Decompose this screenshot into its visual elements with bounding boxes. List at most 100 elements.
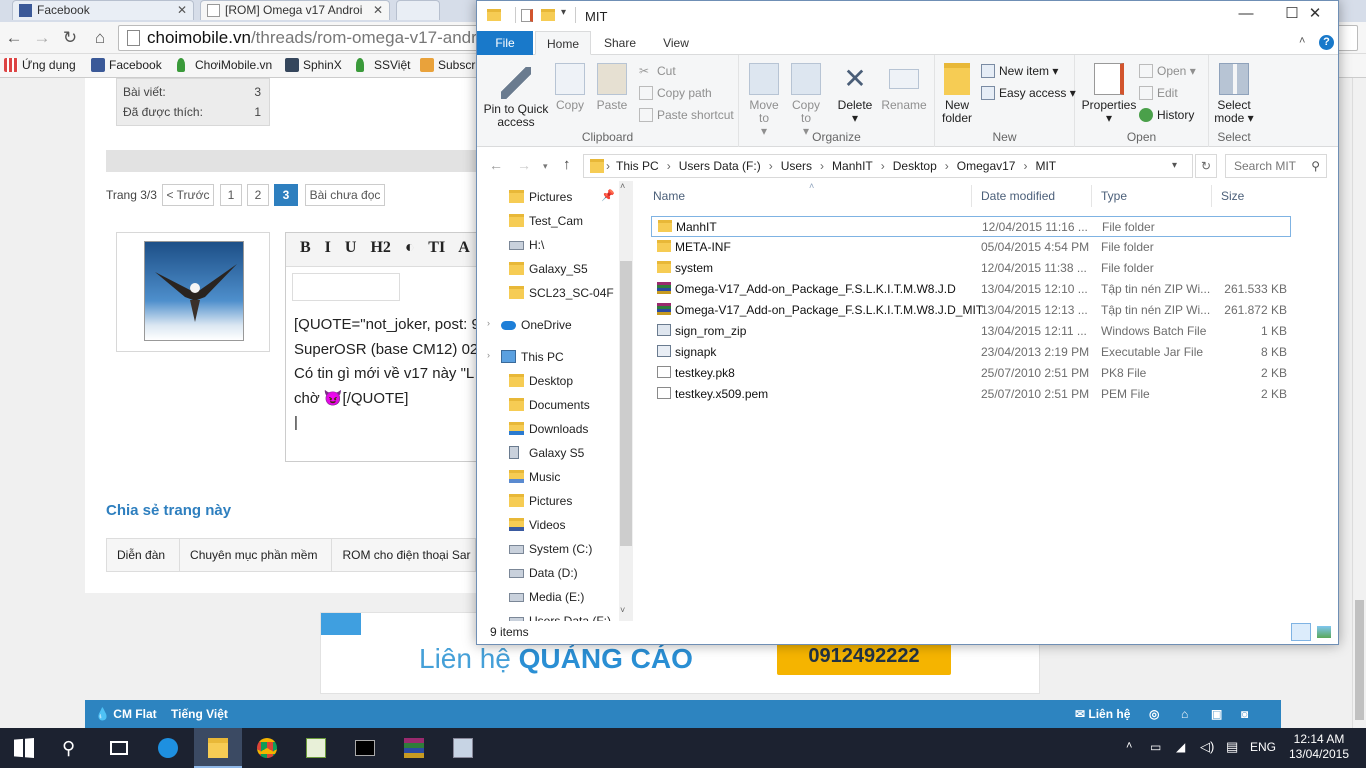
file-row[interactable]: META-INF 05/04/2015 4:54 PM File folder xyxy=(651,237,1291,258)
nav-item-media-e[interactable]: Media (E:) xyxy=(509,587,584,609)
onedrive-expand-icon[interactable]: › xyxy=(487,318,490,328)
collapse-ribbon-icon[interactable]: ˄ xyxy=(1299,35,1305,47)
scroll-down-icon[interactable]: ˅ xyxy=(620,605,625,615)
page-1-button[interactable]: 1 xyxy=(220,184,242,206)
edit-button[interactable]: Edit xyxy=(1139,86,1178,100)
paste-shortcut-button[interactable]: Paste shortcut xyxy=(639,108,734,122)
page-2-button[interactable]: 2 xyxy=(247,184,269,206)
bookmark-facebook[interactable]: Facebook xyxy=(91,58,162,72)
properties-button[interactable]: Properties ▾ xyxy=(1081,63,1137,125)
copy-button[interactable]: Copy xyxy=(553,63,587,112)
nav-item-data-d[interactable]: Data (D:) xyxy=(509,563,578,585)
path-segment[interactable]: This PC xyxy=(616,159,659,173)
chevron-down-icon[interactable]: ▾ xyxy=(1172,155,1177,177)
up-button[interactable]: ↑ xyxy=(563,156,571,173)
file-row[interactable]: testkey.pk8 25/07/2010 2:51 PM PK8 File 2 K… xyxy=(651,363,1291,384)
nav-scrollbar-thumb[interactable] xyxy=(620,261,632,546)
tab-share[interactable]: Share xyxy=(595,31,645,55)
top-icon[interactable]: ▣ xyxy=(1211,700,1222,728)
file-row[interactable]: system 12/04/2015 11:38 ... File folder xyxy=(651,258,1291,279)
column-type[interactable]: Type xyxy=(1101,189,1127,203)
page-3-button[interactable]: 3 xyxy=(274,184,298,206)
nav-item-pictures[interactable]: Pictures xyxy=(509,491,572,513)
tab-facebook[interactable]: Facebook ✕ xyxy=(12,0,194,20)
page-scrollbar[interactable] xyxy=(1352,78,1366,728)
tab-home[interactable]: Home xyxy=(535,31,591,55)
nav-item-music[interactable]: Music xyxy=(509,467,560,489)
nav-item-galaxy-s5[interactable]: Galaxy S5 xyxy=(509,443,584,465)
breadcrumb-item[interactable]: Diễn đàn xyxy=(107,539,181,571)
file-explorer-button[interactable] xyxy=(194,728,242,768)
language-link[interactable]: Tiếng Việt xyxy=(171,700,228,728)
nav-item-h[interactable]: H:\ xyxy=(509,235,544,257)
avatar[interactable] xyxy=(144,241,244,341)
file-row[interactable]: sign_rom_zip 13/04/2015 12:11 ... Windows … xyxy=(651,321,1291,342)
file-row[interactable]: Omega-V17_Add-on_Package_F.S.L.K.I.T.M.W… xyxy=(651,300,1291,321)
column-date-modified[interactable]: Date modified xyxy=(981,189,1055,203)
column-separator[interactable] xyxy=(1091,185,1092,207)
start-button[interactable] xyxy=(0,728,48,768)
bookmark-subscr[interactable]: Subscr xyxy=(420,58,475,72)
delete-button[interactable]: ✕ Delete ▾ xyxy=(835,63,875,125)
close-tab-icon[interactable]: ✕ xyxy=(177,3,187,17)
nav-item-documents[interactable]: Documents xyxy=(509,395,590,417)
language-indicator[interactable]: ENG xyxy=(1250,740,1276,754)
open-button[interactable]: Open ▾ xyxy=(1139,64,1196,78)
nav-item-videos[interactable]: Videos xyxy=(509,515,565,537)
file-row[interactable]: ManhIT 12/04/2015 11:16 ... File folder xyxy=(651,216,1291,237)
wifi-icon[interactable]: ◢ xyxy=(1176,740,1185,754)
move-to-button[interactable]: Move to ▾ xyxy=(747,63,781,138)
ie-button[interactable] xyxy=(144,728,192,768)
forward-button[interactable]: → xyxy=(517,157,531,173)
file-row[interactable]: Omega-V17_Add-on_Package_F.S.L.K.I.T.M.W… xyxy=(651,279,1291,300)
nav-item-scl23-sc-04f[interactable]: SCL23_SC-04F xyxy=(509,283,614,305)
theme-link[interactable]: 💧 CM Flat xyxy=(95,700,157,728)
column-name[interactable]: Name xyxy=(653,189,685,203)
cut-button[interactable]: ✂ Cut xyxy=(639,64,676,78)
new-folder-button[interactable]: New folder xyxy=(937,63,977,125)
history-button[interactable]: History xyxy=(1139,108,1194,122)
task-view-button[interactable] xyxy=(96,728,144,768)
address-bar[interactable]: › This PC › Users Data (F:) › Users › ManhIT › D… xyxy=(583,154,1193,178)
properties-qat-icon[interactable] xyxy=(521,9,533,22)
editor-toolbar[interactable]: B I U H2 ◐ TI A xyxy=(286,233,486,267)
paste-button[interactable]: Paste xyxy=(595,63,629,112)
search-button[interactable]: ⚲ xyxy=(48,728,96,768)
contact-link[interactable]: ✉ Liên hệ xyxy=(1075,700,1130,728)
nav-item-users-data-f[interactable]: Users Data (F:) xyxy=(509,611,611,621)
winrar-button[interactable] xyxy=(390,728,438,768)
column-separator[interactable] xyxy=(971,185,972,207)
this-pc-expand-icon[interactable]: › xyxy=(487,350,490,360)
close-button[interactable]: ✕ xyxy=(1292,1,1338,29)
notifications-icon[interactable]: ▤ xyxy=(1226,739,1238,755)
home-icon[interactable]: ⌂ xyxy=(1181,700,1188,728)
scroll-up-icon[interactable]: ˄ xyxy=(620,181,625,191)
cmd-button[interactable] xyxy=(341,728,389,768)
pin-quick-access-button[interactable]: Pin to Quick access xyxy=(483,67,549,129)
new-item-button[interactable]: New item ▾ xyxy=(981,64,1058,78)
editor-text[interactable]: [QUOTE="not_joker, post: 9 SuperOSR (bas… xyxy=(294,313,484,436)
qat-dropdown-icon[interactable]: ▾ xyxy=(561,7,566,18)
nav-item-galaxy-s5[interactable]: Galaxy_S5 xyxy=(509,259,588,281)
nav-item-onedrive[interactable]: OneDrive xyxy=(501,315,572,337)
column-separator[interactable] xyxy=(1211,185,1212,207)
nav-item-desktop[interactable]: Desktop xyxy=(509,371,573,393)
easy-access-button[interactable]: Easy access ▾ xyxy=(981,86,1076,100)
recent-locations-icon[interactable]: ▾ xyxy=(543,161,548,172)
notepad-button[interactable] xyxy=(292,728,340,768)
network-app-button[interactable] xyxy=(439,728,487,768)
reload-button[interactable]: ↻ xyxy=(60,28,80,48)
reply-editor[interactable]: B I U H2 ◐ TI A [QUOTE="not_joker, post:… xyxy=(285,232,486,462)
prev-page-button[interactable]: < Trước xyxy=(162,184,214,206)
back-button[interactable]: ← xyxy=(4,28,24,48)
tab-view[interactable]: View xyxy=(651,31,701,55)
copy-path-button[interactable]: Copy path xyxy=(639,86,712,100)
volume-icon[interactable]: ◁) xyxy=(1200,739,1214,755)
path-segment[interactable]: ManhIT xyxy=(832,159,873,173)
path-segment[interactable]: MIT xyxy=(1035,159,1056,173)
rss-icon[interactable]: ◙ xyxy=(1241,700,1248,728)
path-segment[interactable]: Users xyxy=(781,159,812,173)
bookmark-sphinx[interactable]: SphinX xyxy=(285,58,342,72)
bookmark-ssviet[interactable]: SSViệt xyxy=(356,58,410,72)
forward-button[interactable]: → xyxy=(32,28,52,48)
